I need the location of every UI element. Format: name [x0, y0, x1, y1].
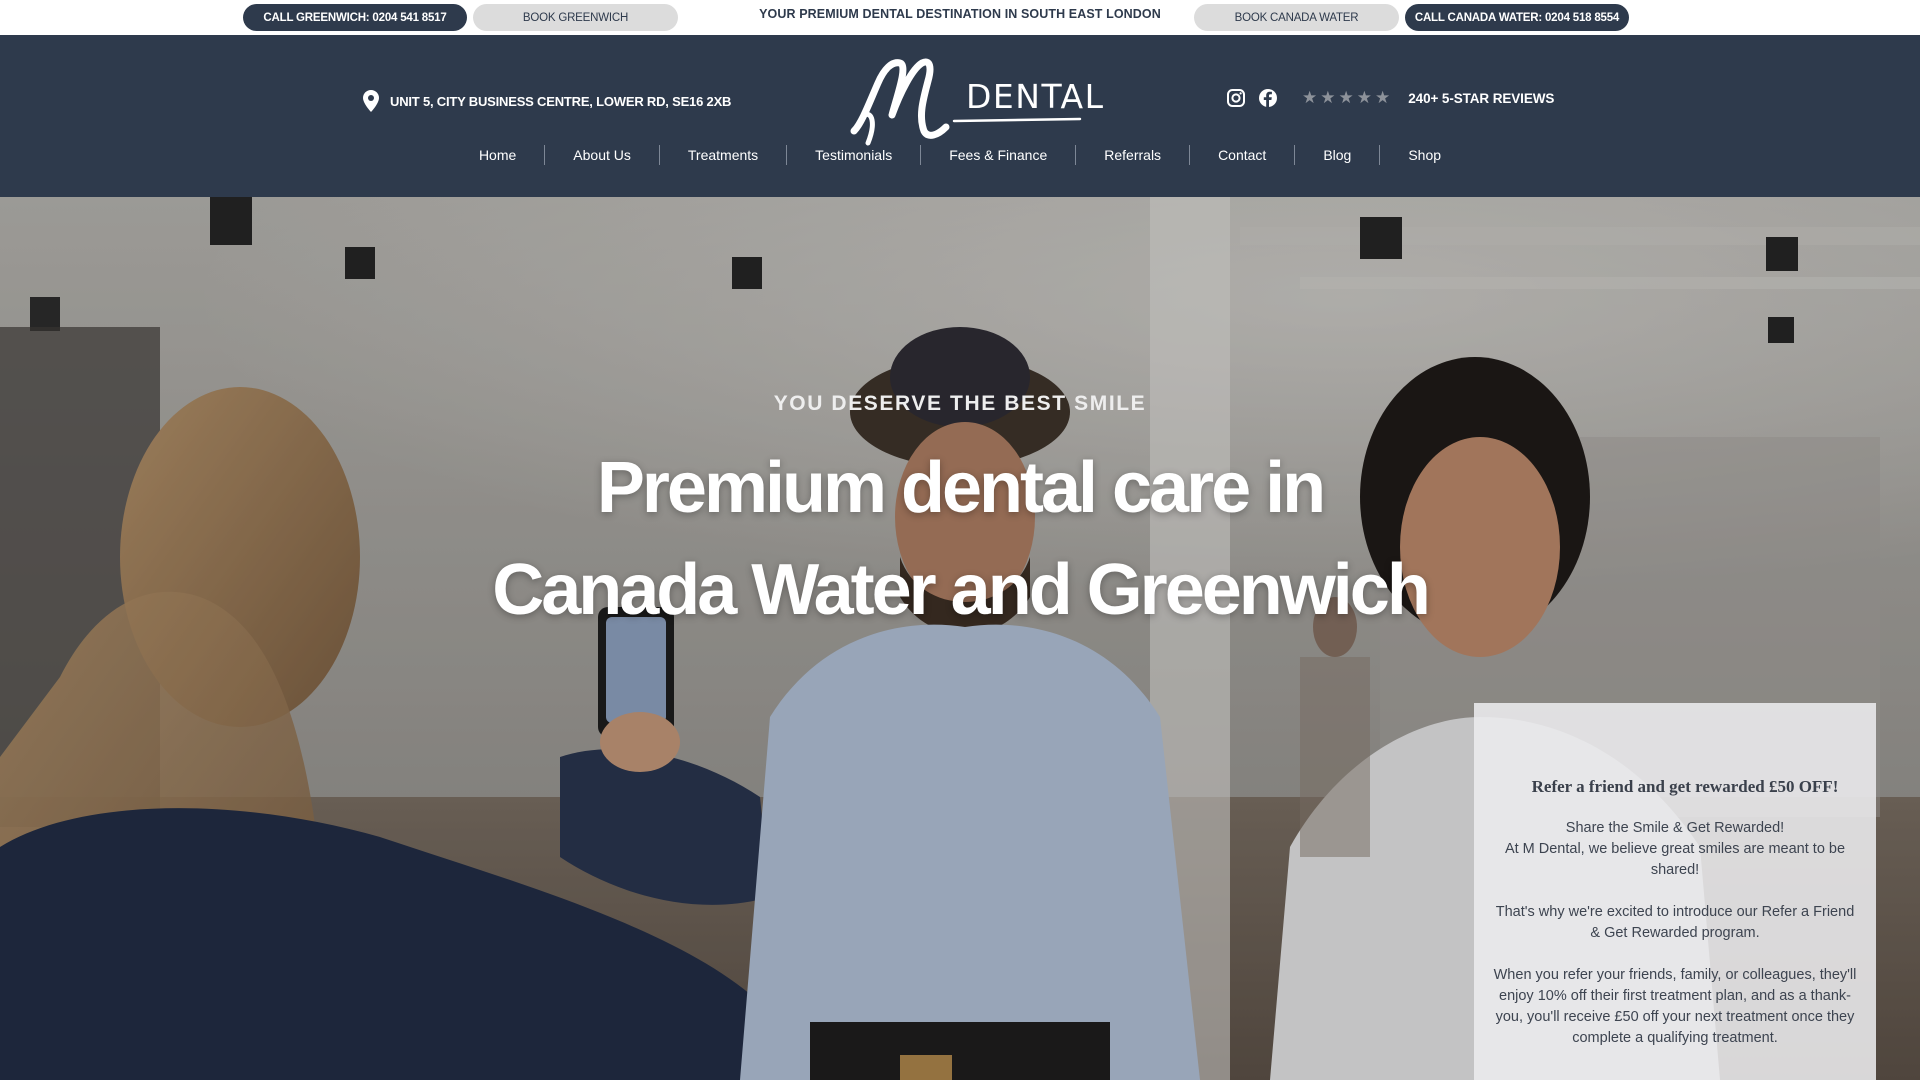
hero-headline: Premium dental care in Canada Water and …: [0, 437, 1920, 641]
nav-item-treatments[interactable]: Treatments: [660, 145, 786, 165]
rating-stars: ★ ★ ★ ★ ★: [1302, 88, 1390, 108]
nav-item-fees-finance[interactable]: Fees & Finance: [921, 145, 1075, 165]
nav-item-blog[interactable]: Blog: [1295, 145, 1379, 165]
call-canada-water-button[interactable]: CALL CANADA WATER: 0204 518 8554: [1405, 4, 1629, 31]
nav-item-referrals[interactable]: Referrals: [1076, 145, 1189, 165]
star-icon: ★: [1375, 88, 1391, 107]
referral-intro-text: At M Dental, we believe great smiles are…: [1504, 841, 1846, 878]
top-bar: CALL GREENWICH: 0204 541 8517 BOOK GREEN…: [0, 0, 1920, 35]
logo-wordmark: DENTAL: [966, 77, 1105, 116]
nav-item-shop[interactable]: Shop: [1380, 145, 1469, 165]
star-icon: ★: [1356, 88, 1372, 107]
map-pin-icon: [363, 90, 379, 112]
social-and-reviews: ★ ★ ★ ★ ★ 240+ 5-STAR REVIEWS: [1226, 88, 1554, 108]
nav-item-about-us[interactable]: About Us: [545, 145, 659, 165]
star-icon: ★: [1320, 88, 1336, 107]
instagram-icon[interactable]: [1226, 88, 1246, 108]
referral-paragraph-details: When you refer your friends, family, or …: [1493, 967, 1857, 1046]
site-header: UNIT 5, CITY BUSINESS CENTRE, LOWER RD, …: [0, 35, 1920, 197]
hero-headline-line-2: Canada Water and Greenwich: [492, 550, 1431, 630]
address-text: UNIT 5, CITY BUSINESS CENTRE, LOWER RD, …: [390, 93, 732, 109]
referral-title: Refer a friend and get rewarded £50 OFF!: [1531, 777, 1839, 796]
referral-paragraph-program: That's why we're excited to introduce ou…: [1495, 904, 1855, 941]
nav-item-home[interactable]: Home: [451, 145, 544, 165]
star-icon: ★: [1338, 88, 1354, 107]
book-greenwich-button[interactable]: BOOK GREENWICH: [473, 4, 678, 31]
nav-item-contact[interactable]: Contact: [1190, 145, 1294, 165]
clinic-address[interactable]: UNIT 5, CITY BUSINESS CENTRE, LOWER RD, …: [362, 90, 731, 112]
referral-paragraph-intro: Share the Smile & Get Rewarded! At M Den…: [1492, 818, 1858, 881]
call-greenwich-button[interactable]: CALL GREENWICH: 0204 541 8517: [243, 4, 467, 31]
top-tagline: YOUR PREMIUM DENTAL DESTINATION IN SOUTH…: [759, 7, 1161, 21]
star-icon: ★: [1302, 88, 1318, 107]
main-navigation: Home About Us Treatments Testimonials Fe…: [0, 145, 1920, 165]
referral-tagline: Share the Smile & Get Rewarded!: [1565, 820, 1785, 836]
reviews-link[interactable]: 240+ 5-STAR REVIEWS: [1408, 91, 1554, 106]
hero-eyebrow: YOU DESERVE THE BEST SMILE: [773, 392, 1147, 415]
facebook-icon[interactable]: [1258, 88, 1278, 108]
referral-panel: Refer a friend and get rewarded £50 OFF!…: [1474, 703, 1876, 1080]
hero-headline-line-1: Premium dental care in: [596, 448, 1326, 528]
nav-item-testimonials[interactable]: Testimonials: [787, 145, 920, 165]
book-canada-water-button[interactable]: BOOK CANADA WATER: [1194, 4, 1399, 31]
